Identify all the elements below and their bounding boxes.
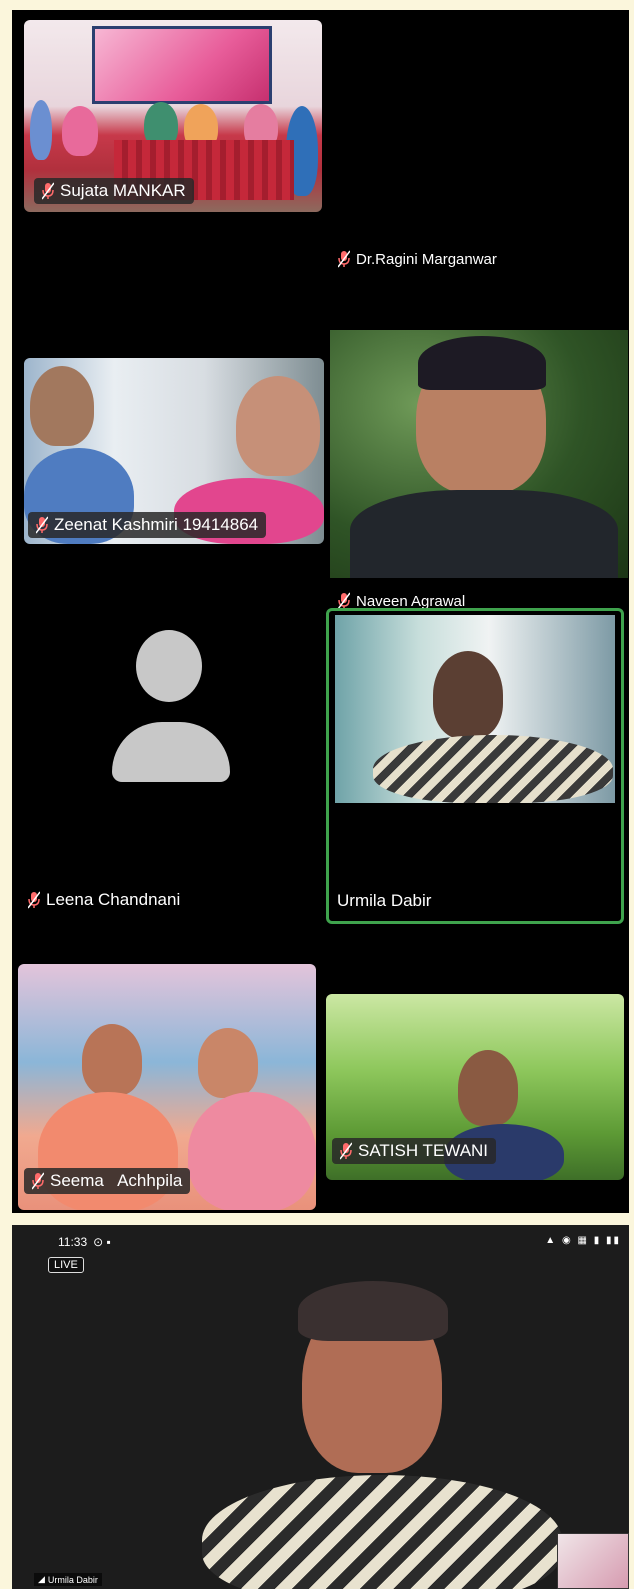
participant-name: Zeenat Kashmiri 19414864	[54, 515, 259, 534]
participant-figure	[62, 106, 98, 156]
participant-figure	[188, 1092, 316, 1210]
participant-hair	[418, 336, 546, 390]
avatar-placeholder-body	[112, 722, 230, 782]
participant-face	[82, 1024, 142, 1096]
video-tile-satish[interactable]: SATISH TEWANI	[326, 994, 624, 1180]
signal-icon: ◢	[38, 1574, 45, 1584]
video-tile-zeenat[interactable]: Zeenat Kashmiri 19414864	[24, 358, 324, 544]
participant-name: Seema Achhpila	[50, 1171, 183, 1190]
participant-name-tag: SATISH TEWANI	[332, 1138, 497, 1164]
participant-name-tag: Zeenat Kashmiri 19414864	[28, 512, 267, 538]
participant-name-tag: Leena Chandnani	[28, 890, 180, 910]
live-badge: LIVE	[48, 1257, 84, 1273]
mic-muted-icon	[338, 250, 350, 268]
participant-name: Dr.Ragini Marganwar	[356, 250, 497, 268]
event-banner	[92, 26, 272, 104]
phone-status-bar: 11:33 ⊙ ▪	[12, 1225, 629, 1259]
participant-name: Urmila Dabir	[337, 891, 432, 910]
participant-name-tag: Sujata MANKAR	[34, 178, 194, 204]
mic-muted-icon	[32, 1172, 44, 1190]
participant-face	[236, 376, 320, 476]
mic-muted-icon	[28, 891, 40, 909]
video-tile-leena[interactable]: Leena Chandnani	[16, 610, 322, 926]
video-tile-urmila-active[interactable]: Urmila Dabir	[326, 608, 624, 924]
speaker-name: Urmila Dabir	[47, 1574, 98, 1585]
speaker-name-tag: ◢ Urmila Dabir	[34, 1573, 102, 1586]
meeting-screenshot-1: Sujata MANKAR Dr.Ragini Marganwar Zeenat…	[12, 10, 629, 610]
participant-name-tag: Dr.Ragini Marganwar	[338, 250, 497, 268]
mic-muted-icon	[340, 1142, 352, 1160]
participant-name: Naveen Agrawal	[356, 592, 466, 610]
participant-face	[433, 651, 503, 739]
video-tile-seema[interactable]: Seema Achhpila	[18, 964, 316, 1210]
participant-name: Leena Chandnani	[46, 890, 181, 909]
video-tile-naveen[interactable]	[330, 330, 628, 578]
meeting-screenshot-3: 11:33 ⊙ ▪ ▲ ◉ ▦ ▮ ▮▮ LIVE ◢ Urmila Dabir	[12, 1225, 629, 1589]
participant-name-tag: Seema Achhpila	[24, 1168, 191, 1194]
participant-face	[198, 1028, 258, 1098]
participant-figure	[350, 490, 618, 578]
video-feed	[335, 615, 615, 803]
picture-in-picture-thumbnail[interactable]	[557, 1533, 629, 1589]
status-time: 11:33	[58, 1235, 88, 1249]
meeting-screenshot-2: Leena Chandnani Urmila Dabir Seema Achhp…	[12, 608, 629, 1213]
speaker-figure	[202, 1475, 562, 1589]
mic-muted-icon	[42, 182, 54, 200]
mic-muted-icon	[36, 516, 48, 534]
participant-face	[30, 366, 94, 446]
participant-name-tag: Urmila Dabir	[337, 891, 431, 911]
participant-figure	[373, 735, 613, 803]
speaker-hair	[298, 1281, 448, 1341]
participant-name: SATISH TEWANI	[358, 1141, 489, 1160]
avatar-placeholder-icon	[136, 630, 202, 702]
participant-figure	[30, 100, 52, 160]
status-notification-icon: ⊙ ▪	[93, 1235, 111, 1249]
participant-name: Sujata MANKAR	[60, 181, 186, 200]
status-system-icons: ▲ ◉ ▦ ▮ ▮▮	[545, 1235, 621, 1246]
video-tile-sujata[interactable]: Sujata MANKAR	[24, 20, 322, 212]
participant-face	[458, 1050, 518, 1126]
